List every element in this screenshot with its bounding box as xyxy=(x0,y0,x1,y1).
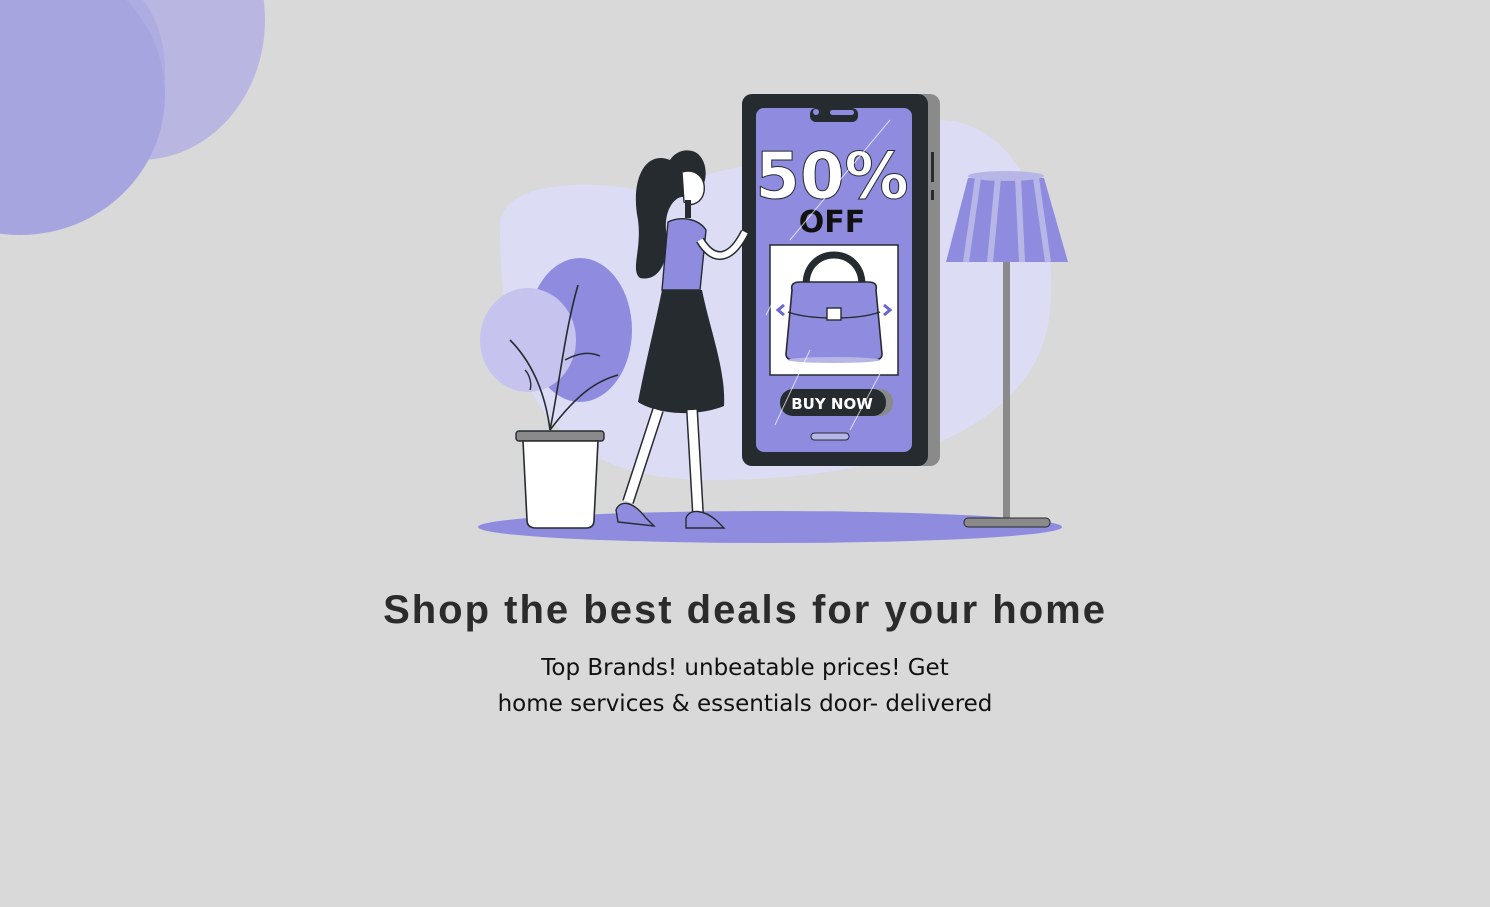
subtitle-line-2: home services & essentials door- deliver… xyxy=(497,691,993,717)
headline: Shop the best deals for your home xyxy=(383,588,1107,632)
promo-off-text: OFF xyxy=(799,205,866,240)
onboarding-screen: 50% OFF BUY NOW Shop the best deals for … xyxy=(0,0,1490,907)
subtitle-line-1: Top Brands! unbeatable prices! Get xyxy=(541,655,949,681)
phone-mockup: 50% OFF BUY NOW xyxy=(742,94,940,466)
promo-percent-text: 50% xyxy=(755,140,908,214)
shopping-illustration: 50% OFF BUY NOW xyxy=(478,94,1068,543)
corner-blob-decoration xyxy=(0,0,265,235)
